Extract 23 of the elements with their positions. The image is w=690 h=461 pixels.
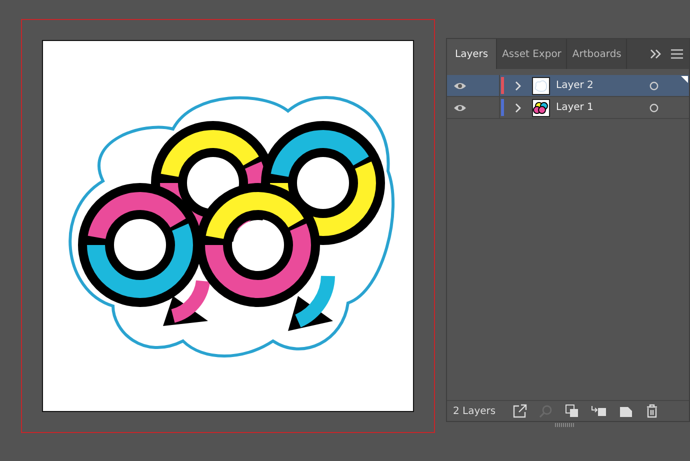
trash-icon[interactable] — [645, 404, 659, 418]
layer-row[interactable]: Layer 1 — [447, 97, 689, 119]
artwork-thumbnail — [532, 98, 550, 116]
outline-thumbnail — [532, 76, 550, 94]
layer-name: Layer 1 — [556, 102, 594, 113]
panel-tab[interactable]: Layers — [447, 39, 498, 69]
new-layer-icon[interactable] — [619, 404, 633, 418]
menu-icon[interactable] — [671, 49, 683, 59]
layer-name: Layer 2 — [556, 80, 594, 91]
chevron-icon[interactable] — [514, 80, 522, 90]
eye-icon[interactable] — [453, 80, 467, 90]
collect-layer-icon[interactable] — [591, 404, 607, 418]
layer-row[interactable]: Layer 2 — [447, 75, 689, 97]
chevron-icon[interactable] — [514, 102, 522, 112]
target-circle-icon[interactable] — [649, 102, 659, 112]
eye-icon[interactable] — [453, 102, 467, 112]
layer-count: 2 Layers — [453, 406, 496, 416]
export-icon[interactable] — [513, 404, 527, 418]
clipping-mask-icon[interactable] — [565, 404, 579, 418]
selection-corner-icon — [681, 76, 688, 83]
target-circle-icon[interactable] — [649, 80, 659, 90]
resize-grip-icon[interactable] — [555, 423, 575, 427]
expand-panel-icon[interactable] — [650, 49, 662, 59]
